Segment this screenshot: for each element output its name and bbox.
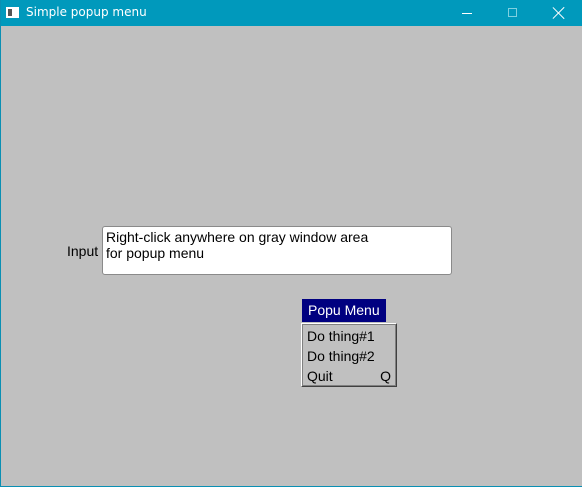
menu-item-label: Do thing#1 bbox=[307, 328, 375, 344]
app-window-icon[interactable] bbox=[6, 7, 19, 18]
input-text-area[interactable]: Right-click anywhere on gray window area… bbox=[102, 226, 452, 275]
minimize-button[interactable] bbox=[444, 0, 490, 26]
menu-item-do-thing-1[interactable]: Do thing#1 bbox=[307, 326, 375, 346]
popup-menu: Do thing#1 Do thing#2 Quit Q bbox=[301, 323, 397, 387]
input-line-2: for popup menu bbox=[106, 245, 205, 261]
maximize-icon bbox=[508, 8, 517, 17]
app-window: Simple popup menu Input Right-click anyw… bbox=[0, 0, 582, 487]
menu-item-label: Do thing#2 bbox=[307, 348, 375, 364]
close-button[interactable] bbox=[536, 0, 582, 26]
close-icon bbox=[552, 6, 566, 20]
menu-item-label: Quit bbox=[307, 368, 333, 384]
menu-item-do-thing-2[interactable]: Do thing#2 bbox=[307, 346, 375, 366]
menu-item-shortcut: Q bbox=[380, 368, 391, 384]
window-title: Simple popup menu bbox=[26, 5, 147, 19]
menu-item-quit[interactable]: Quit Q bbox=[307, 366, 391, 386]
input-label: Input bbox=[67, 243, 99, 259]
title-bar[interactable]: Simple popup menu bbox=[1, 0, 582, 26]
input-line-1: Right-click anywhere on gray window area bbox=[106, 229, 369, 245]
maximize-button[interactable] bbox=[490, 0, 536, 26]
popup-menu-title: Popu Menu bbox=[302, 299, 386, 322]
minimize-icon bbox=[462, 13, 472, 14]
